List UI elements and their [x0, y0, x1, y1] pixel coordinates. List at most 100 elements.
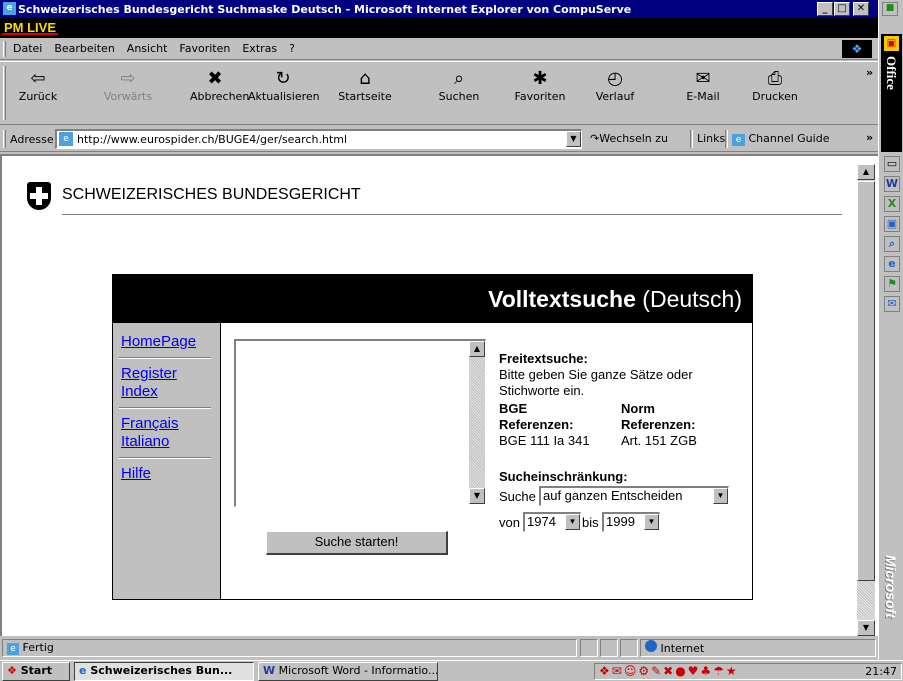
nav-francais-italiano-link[interactable]: Français Italiano [121, 415, 179, 451]
links-label[interactable]: Links [697, 132, 725, 145]
side-nav: HomePage Register Index Français Italiano … [113, 323, 221, 599]
ie-logo-icon: e [3, 2, 16, 15]
pm-live-bar: PM LIVE [0, 18, 878, 38]
zur-ck-icon: ⇦ [30, 68, 46, 89]
menu-item-bearbeiten[interactable]: Bearbeiten [54, 42, 114, 55]
toolbar-label: Abbrechen [190, 90, 250, 103]
restriction-title: Sucheinschränkung: [499, 469, 628, 484]
bis-label: bis [582, 515, 599, 530]
toolbar-label: Aktualisieren [248, 90, 320, 103]
scroll-up-icon[interactable]: ▲ [857, 164, 875, 180]
toolbar-button-startseite[interactable]: ⌂ Startseite [335, 64, 395, 122]
menu-item-ansicht[interactable]: Ansicht [127, 42, 168, 55]
office-label-panel: ▣ Office [881, 34, 902, 152]
status-ie-icon: e [7, 643, 19, 655]
banner-language: (Deutsch) [635, 286, 742, 312]
e-mail-icon: ✉ [695, 68, 711, 89]
search-panel: Volltextsuche (Deutsch) HomePage Registe… [112, 274, 753, 600]
menu-item-help[interactable]: ? [289, 42, 295, 55]
toolbar-button-aktualisieren[interactable]: ↻ Aktualisieren [248, 64, 320, 122]
taskbar-item-ie[interactable]: e Schweizerisches Bun... [74, 662, 254, 681]
search-banner: Volltextsuche (Deutsch) [113, 275, 752, 323]
search-textarea[interactable]: ▲ ▼ [234, 339, 486, 507]
toolbar-label: E-Mail [686, 90, 720, 103]
find-icon[interactable]: ⌕ [884, 236, 900, 252]
excel-icon[interactable]: X [884, 196, 900, 212]
links-divider-2 [725, 130, 728, 148]
toolbar-button-zur-ck[interactable]: ⇦ Zurück [13, 64, 63, 122]
norm-section: Norm Referenzen: Art. 151 ZGB [621, 401, 697, 448]
scroll-thumb[interactable] [857, 181, 875, 581]
menu-item-favoriten[interactable]: Favoriten [179, 42, 230, 55]
status-panel [580, 639, 598, 657]
bge-example: BGE 111 Ia 341 [499, 433, 590, 448]
scroll-down-icon[interactable]: ▼ [857, 620, 875, 636]
drucken-icon: ⎙ [767, 68, 783, 89]
bis-year-select[interactable]: 1999 ▼ [602, 512, 660, 532]
menu-item-datei[interactable]: Datei [13, 42, 42, 55]
chevron-down-icon[interactable]: ▼ [644, 514, 659, 530]
channel-guide-icon: e [732, 134, 745, 146]
menu-item-extras[interactable]: Extras [242, 42, 277, 55]
toolbar-button-e-mail[interactable]: ✉ E-Mail [678, 64, 728, 122]
toolbar-label: Suchen [438, 90, 480, 103]
access-icon[interactable]: ▣ [884, 216, 900, 232]
close-button[interactable]: ✕ [853, 2, 869, 16]
chevron-down-icon[interactable]: ▼ [565, 514, 580, 530]
toolbar-label: Verlauf [595, 90, 635, 103]
address-label: Adresse [10, 133, 54, 146]
page-scrollbar[interactable]: ▲ ▼ [857, 164, 875, 636]
maximize-button[interactable]: □ [834, 2, 850, 16]
toolbar-grip[interactable] [3, 66, 6, 120]
textarea-scrollbar[interactable]: ▲ ▼ [469, 341, 485, 504]
toolbar-button-suchen[interactable]: ⌕ Suchen [434, 64, 484, 122]
menu-bar: Datei Bearbeiten Ansicht Favoriten Extras? ❖ [0, 38, 878, 60]
search-start-button[interactable]: Suche starten! [266, 531, 448, 555]
office-bar-menu-icon[interactable]: ■ [882, 2, 898, 16]
nav-register-index-link[interactable]: Register Index [121, 365, 177, 401]
norm-example: Art. 151 ZGB [621, 433, 697, 448]
aktualisieren-icon: ↻ [275, 68, 291, 89]
status-text: Fertig [22, 641, 54, 654]
address-dropdown-arrow-icon[interactable]: ▼ [566, 131, 581, 147]
word-icon[interactable]: W [884, 176, 900, 192]
toolbar-label: Zurück [18, 90, 58, 103]
address-field[interactable]: e http://www.eurospider.ch/BUGE4/ger/sea… [55, 129, 582, 149]
von-year-select[interactable]: 1974 ▼ [523, 512, 581, 532]
office-blank-icon[interactable]: ▭ [884, 156, 900, 172]
favoriten-icon: ✱ [532, 68, 548, 89]
toolbar-more-chevron-icon[interactable]: » [866, 66, 873, 79]
links-more-chevron-icon[interactable]: » [866, 131, 873, 144]
menu-grip[interactable] [3, 41, 6, 57]
taskbar-item-word[interactable]: W Microsoft Word - Informatio... [258, 662, 438, 681]
textarea-scroll-up-icon[interactable]: ▲ [469, 341, 485, 357]
address-bar: Adresse e http://www.eurospider.ch/BUGE4… [0, 126, 878, 152]
textarea-scroll-down-icon[interactable]: ▼ [469, 488, 485, 504]
ie-icon[interactable]: e [884, 256, 900, 272]
toolbar-button-drucken[interactable]: ⎙ Drucken [745, 64, 805, 122]
channel-guide-link[interactable]: e Channel Guide [732, 132, 829, 146]
frontpage-icon[interactable]: ⚑ [884, 276, 900, 292]
toolbar-button-vorw-rts[interactable]: ⇨ Vorwärts [103, 64, 153, 122]
toolbar-button-abbrechen[interactable]: ✖ Abbrechen [190, 64, 250, 122]
suche-scope-select[interactable]: auf ganzen Entscheiden ▼ [539, 486, 729, 506]
start-button[interactable]: ❖ Start [2, 662, 70, 681]
clock[interactable]: 21:47 [865, 665, 897, 678]
tray-icons[interactable]: ❖✉☺⚙✎✖●♥♣☂★ [599, 664, 739, 678]
pm-live-logo[interactable]: PM LIVE [2, 20, 59, 35]
zone-text: Internet [660, 642, 705, 655]
outlook-icon[interactable]: ✉ [884, 296, 900, 312]
freitext-description: Bitte geben Sie ganze Sätze oder Stichwo… [499, 367, 693, 398]
bge-section: BGE Referenzen: BGE 111 Ia 341 [499, 401, 590, 448]
go-button[interactable]: ↷Wechseln zu [590, 132, 668, 145]
toolbar-button-favoriten[interactable]: ✱ Favoriten [510, 64, 570, 122]
nav-homepage-link[interactable]: HomePage [121, 333, 196, 351]
minimize-button[interactable]: _ [817, 2, 833, 16]
nav-divider [119, 457, 211, 459]
nav-hilfe-link[interactable]: Hilfe [121, 465, 151, 483]
chevron-down-icon[interactable]: ▼ [713, 488, 728, 504]
verlauf-icon: ◴ [607, 68, 623, 89]
toolbar-button-verlauf[interactable]: ◴ Verlauf [590, 64, 640, 122]
window-title-bar[interactable]: e Schweizerisches Bundesgericht Suchmask… [0, 0, 878, 18]
address-grip[interactable] [3, 130, 6, 148]
